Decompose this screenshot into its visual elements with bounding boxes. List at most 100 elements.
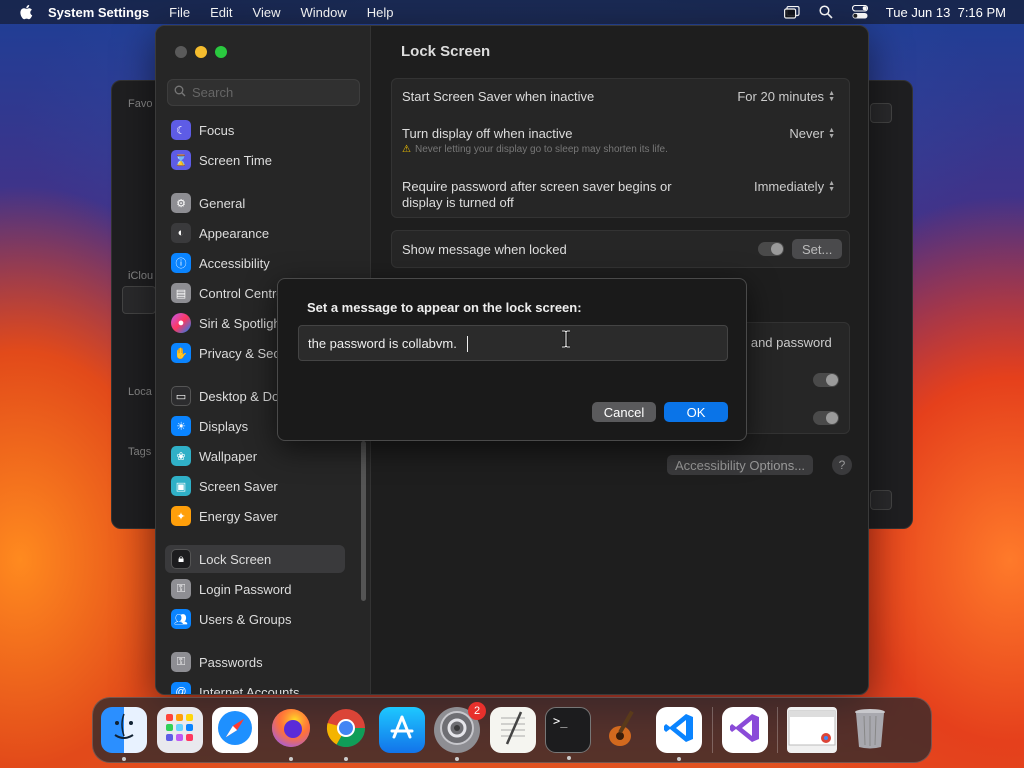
clock[interactable]: Tue Jun 13 7:16 PM <box>886 5 1006 20</box>
dock-separator <box>711 707 713 753</box>
sidebar-item-appearance[interactable]: ◐ Appearance <box>165 219 345 247</box>
lock-message-input[interactable] <box>298 325 728 361</box>
sleep-warning-text: Never letting your display go to sleep m… <box>414 144 668 155</box>
guitar-icon <box>604 706 644 755</box>
accessibility-options-button[interactable]: Accessibility Options... <box>667 455 814 475</box>
dock-chrome[interactable] <box>323 706 369 761</box>
menu-view[interactable]: View <box>253 5 281 20</box>
updown-chevron-icon: ▲ ▼ <box>828 179 835 193</box>
screen-mirroring-icon[interactable] <box>783 5 800 19</box>
menu-window[interactable]: Window <box>300 5 346 20</box>
require-password-popup[interactable]: Immediately ▲ ▼ <box>754 179 835 194</box>
bg-field <box>870 103 892 123</box>
at-icon: @ <box>171 682 191 694</box>
sidebar-item-internet-accounts[interactable]: @ Internet Accounts <box>165 678 345 695</box>
ibeam-cursor-icon <box>561 329 571 349</box>
sidebar-item-label: Displays <box>199 418 249 434</box>
search-field[interactable] <box>167 79 360 106</box>
users-icon: 👥︎ <box>171 609 191 629</box>
dock-separator <box>777 707 778 753</box>
dock-safari[interactable] <box>212 707 258 753</box>
show-message-group: Show message when locked Set... <box>391 230 850 268</box>
display-off-popup[interactable]: Never ▲ ▼ <box>789 126 835 141</box>
close-button[interactable] <box>175 46 187 58</box>
sidebar-item-focus[interactable]: ☾ Focus <box>165 116 345 144</box>
sidebar-item-wallpaper[interactable]: ❀ Wallpaper <box>165 442 345 470</box>
sidebar-item-screen-saver[interactable]: ▣ Screen Saver <box>165 472 345 500</box>
help-button[interactable]: ? <box>832 455 852 475</box>
siri-icon: ● <box>171 313 191 333</box>
control-centre-icon[interactable] <box>851 5 868 19</box>
dock-system-settings[interactable]: 2 <box>434 702 486 761</box>
dock-garageband[interactable] <box>601 707 647 753</box>
apple-icon[interactable] <box>18 4 34 20</box>
sidebar-item-users-groups[interactable]: 👥︎ Users & Groups <box>165 605 345 633</box>
dock-downloads-stack[interactable] <box>787 707 837 753</box>
bg-label-favourites: Favo <box>128 98 153 110</box>
spotlight-search-icon[interactable] <box>818 5 834 19</box>
wallpaper-icon: ❀ <box>171 446 191 466</box>
search-input[interactable] <box>192 85 342 100</box>
search-icon <box>174 84 186 102</box>
updown-chevron-icon: ▲ ▼ <box>828 126 835 140</box>
dock-textedit[interactable] <box>489 707 536 753</box>
show-message-toggle[interactable] <box>758 242 784 256</box>
login-toggle-2[interactable] <box>813 411 839 425</box>
screen-saver-popup[interactable]: For 20 minutes ▲ ▼ <box>737 89 835 104</box>
dock-visual-studio[interactable] <box>721 707 768 753</box>
gear-icon: ⚙ <box>171 193 191 213</box>
sidebar-scrollbar[interactable] <box>361 441 366 601</box>
minimize-button[interactable] <box>195 46 207 58</box>
hand-icon: ✋ <box>171 343 191 363</box>
sidebar-item-lock-screen[interactable]: 🔒︎ Lock Screen <box>165 545 345 573</box>
menu-edit[interactable]: Edit <box>210 5 232 20</box>
lock-message-dialog: Set a message to appear on the lock scre… <box>277 278 747 441</box>
visual-studio-icon <box>728 711 762 750</box>
sidebar-item-label: Internet Accounts <box>199 684 300 695</box>
sidebar-item-label: Control Centre <box>199 285 284 301</box>
sidebar-item-label: Wallpaper <box>199 448 258 464</box>
dock-app-store[interactable] <box>378 707 425 753</box>
bg-label-locations: Loca <box>128 386 152 398</box>
sidebar-item-accessibility[interactable]: ⓘ Accessibility <box>165 249 345 277</box>
bg-label-icloud: iClou <box>128 270 154 282</box>
sidebar-item-label: Users & Groups <box>199 611 292 627</box>
dock-finder[interactable] <box>101 707 147 761</box>
bg-sidebar-item <box>122 286 156 314</box>
browser-window-thumbnail-icon <box>788 710 836 751</box>
dock-terminal[interactable]: >_ <box>545 707 591 760</box>
running-indicator <box>344 757 348 761</box>
ok-button[interactable]: OK <box>664 402 728 422</box>
sidebar-item-screen-time[interactable]: ⌛ Screen Time <box>165 146 345 174</box>
login-toggle-1[interactable] <box>813 373 839 387</box>
key-icon: ⚿ <box>171 652 191 672</box>
menu-help[interactable]: Help <box>367 5 394 20</box>
key-icon: ⚿ <box>171 579 191 599</box>
chrome-icon <box>324 706 368 755</box>
sidebar-item-passwords[interactable]: ⚿ Passwords <box>165 648 345 676</box>
menu-bar: System Settings File Edit View Window He… <box>0 0 1024 24</box>
control-centre-icon: ▤ <box>171 283 191 303</box>
running-indicator <box>455 757 459 761</box>
bg-label-tags: Tags <box>128 446 152 458</box>
zoom-button[interactable] <box>215 46 227 58</box>
app-name-menu[interactable]: System Settings <box>48 5 149 20</box>
menu-file[interactable]: File <box>169 5 190 20</box>
dock-vscode[interactable] <box>656 707 702 761</box>
dock-firefox[interactable] <box>268 707 314 761</box>
set-message-button[interactable]: Set... <box>792 239 843 259</box>
lightbulb-icon: ✦ <box>171 506 191 526</box>
finder-icon <box>104 708 144 753</box>
cancel-button[interactable]: Cancel <box>592 402 656 422</box>
window-controls <box>175 46 227 58</box>
dock-launchpad[interactable] <box>156 707 203 753</box>
display-off-row: Turn display off when inactive Never ▲ ▼ … <box>402 126 839 155</box>
sidebar-item-label: Login Password <box>199 581 292 597</box>
sidebar-item-energy-saver[interactable]: ✦ Energy Saver <box>165 502 345 530</box>
sidebar-item-general[interactable]: ⚙ General <box>165 189 345 217</box>
screen-saver-value: For 20 minutes <box>737 89 825 104</box>
dock-trash[interactable] <box>847 707 893 753</box>
safari-compass-icon <box>215 708 255 753</box>
sidebar-item-login-password[interactable]: ⚿ Login Password <box>165 575 345 603</box>
dock: 2 >_ <box>92 697 932 763</box>
